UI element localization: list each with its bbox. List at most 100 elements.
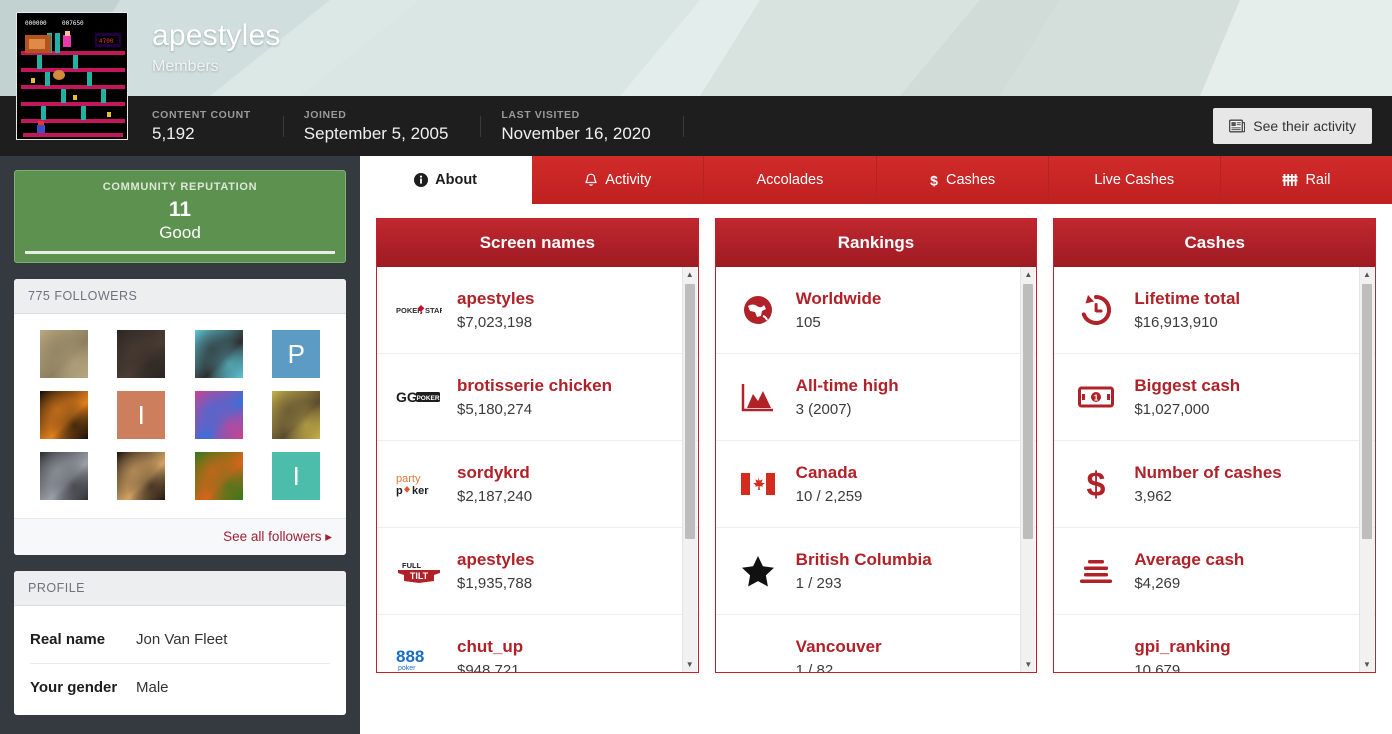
panel-row[interactable]: Vancouver 1 / 82 xyxy=(716,615,1037,673)
panel-row-title[interactable]: brotisserie chicken xyxy=(457,374,612,397)
panel-row-value: 1 / 293 xyxy=(795,574,842,592)
svg-text:$: $ xyxy=(930,173,938,188)
panel-row[interactable]: gpi_ranking 10,679 xyxy=(1054,615,1375,673)
tab-live-cashes[interactable]: Live Cashes xyxy=(1048,156,1221,204)
scrollbar-thumb[interactable] xyxy=(1023,284,1034,539)
tab-label: Accolades xyxy=(756,172,824,188)
tab-accolades[interactable]: Accolades xyxy=(704,156,877,204)
scroll-up-arrow-icon[interactable]: ▲ xyxy=(683,267,697,282)
panel-row[interactable]: Average cash $4,269 xyxy=(1054,528,1376,615)
avatar[interactable]: 000000 007650 4700 xyxy=(16,12,128,140)
scrollbar-thumb[interactable] xyxy=(684,284,695,539)
area-chart-icon xyxy=(734,382,782,412)
scroll-down-arrow-icon[interactable]: ▼ xyxy=(683,657,697,672)
panel-row-title[interactable]: All-time high xyxy=(796,374,899,397)
canada-flag-icon xyxy=(734,473,782,495)
panel-row-title[interactable]: sordykrd xyxy=(457,461,532,484)
svg-text:000000: 000000 xyxy=(25,20,47,27)
man-grey-shirt-avatar[interactable] xyxy=(39,452,88,500)
panel-row[interactable]: party p ker sordykrd $2,187,240 xyxy=(377,441,698,528)
svg-text:poker: poker xyxy=(398,665,416,671)
panel-row[interactable]: British Columbia 1 / 293 xyxy=(715,528,1037,615)
panel-row[interactable]: All-time high 3 (2007) xyxy=(715,354,1037,441)
tab-cashes[interactable]: $ Cashes xyxy=(876,156,1049,204)
panel-row-title[interactable]: chut_up xyxy=(457,635,523,658)
avatar-image xyxy=(117,330,166,378)
panel-row-value: $1,935,788 xyxy=(457,574,533,592)
profile-field-key: Your gender xyxy=(30,679,118,696)
panel-scrollbar[interactable]: ▲ ▼ xyxy=(1359,267,1375,672)
stat-divider xyxy=(682,115,684,137)
screen-names-panel: Screen namesPOKERSTARSapestyles$7,023,19… xyxy=(376,218,699,673)
colorful-portrait-avatar[interactable] xyxy=(194,391,243,439)
avatar-image xyxy=(194,452,243,500)
panel-row-title[interactable]: gpi_ranking xyxy=(1134,635,1230,658)
tab-activity[interactable]: Activity xyxy=(532,156,705,204)
stat-label: CONTENT COUNT xyxy=(152,108,251,121)
tab-rail[interactable]: Rail xyxy=(1220,156,1392,204)
letter-p-avatar[interactable]: P xyxy=(272,330,321,378)
profile-field-value: Male xyxy=(136,679,169,696)
reputation-word: Good xyxy=(159,223,201,242)
panel-row[interactable]: Worldwide 105 xyxy=(715,267,1037,354)
panel-row-value: $7,023,198 xyxy=(457,313,533,331)
scroll-up-arrow-icon[interactable]: ▲ xyxy=(1021,267,1035,282)
panel-row-title[interactable]: Biggest cash xyxy=(1134,374,1240,397)
panel-scrollbar[interactable]: ▲ ▼ xyxy=(681,267,697,672)
panel-row[interactable]: 1 Biggest cash $1,027,000 xyxy=(1054,354,1376,441)
reputation-bar xyxy=(25,251,335,254)
dog-photo-avatar[interactable] xyxy=(39,330,88,378)
panel-row-list: POKERSTARSapestyles$7,023,198GGPOKERbrot… xyxy=(377,267,698,672)
see-their-activity-button[interactable]: See their activity xyxy=(1213,108,1372,144)
panel-row[interactable]: Canada 10 / 2,259 xyxy=(715,441,1037,528)
panel-row[interactable]: $ Number of cashes 3,962 xyxy=(1054,441,1376,528)
profile-tabs: About Activity Accolades $ Cashes Live Cashes… xyxy=(360,156,1392,204)
letter-i-teal-avatar[interactable]: I xyxy=(272,452,321,500)
panel-row[interactable]: GG POKER brotisserie chicken $5,180,274 xyxy=(377,354,698,441)
about-panels: Screen namesPOKERSTARSapestyles$7,023,19… xyxy=(360,204,1392,734)
scroll-down-arrow-icon[interactable]: ▼ xyxy=(1360,657,1374,672)
panel-row-value: 105 xyxy=(795,313,821,331)
profile-field-value: Jon Van Fleet xyxy=(136,631,228,648)
panel-row-value: $5,180,274 xyxy=(457,400,533,418)
panel-row[interactable]: 888 poker chut_up $948,721 xyxy=(377,615,698,673)
panel-row-value: 10,679 xyxy=(1134,661,1181,673)
panel-body: Worldwide 105 All-time high 3 (2007) Canada 1… xyxy=(715,267,1037,673)
crowd-scene-avatar[interactable] xyxy=(272,391,321,439)
scrollbar-thumb[interactable] xyxy=(1362,284,1373,539)
rail-fence-icon xyxy=(1282,173,1298,187)
see-all-followers-link[interactable]: See all followers ▸ xyxy=(223,529,332,544)
scroll-down-arrow-icon[interactable]: ▼ xyxy=(1021,657,1035,672)
panel-row-title[interactable]: Vancouver xyxy=(796,635,882,658)
panel-row-title[interactable]: Number of cashes xyxy=(1134,461,1281,484)
scroll-up-arrow-icon[interactable]: ▲ xyxy=(1360,267,1374,282)
stat-value: November 16, 2020 xyxy=(501,123,651,143)
panel-row[interactable]: Lifetime total $16,913,910 xyxy=(1054,267,1376,354)
followers-title: 775 FOLLOWERS xyxy=(14,279,346,314)
tab-label: Activity xyxy=(605,172,652,188)
svg-text:party: party xyxy=(396,473,421,485)
panel-row[interactable]: POKERSTARS apestyles $7,023,198 xyxy=(377,267,698,354)
minecraft-ninja-avatar[interactable] xyxy=(194,330,243,378)
panel-row-title[interactable]: Average cash xyxy=(1134,548,1244,571)
average-bars-icon xyxy=(1072,558,1120,584)
tiger-face-avatar[interactable] xyxy=(194,452,243,500)
tab-about[interactable]: About xyxy=(360,156,533,204)
reputation-value: 11 xyxy=(168,198,192,221)
man-dark-photo-avatar[interactable] xyxy=(117,330,166,378)
silhouette-warm-avatar[interactable] xyxy=(117,452,166,500)
panel-row-title[interactable]: apestyles xyxy=(457,287,535,310)
tab-label: Rail xyxy=(1305,172,1331,188)
panel-row-title[interactable]: apestyles xyxy=(457,548,535,571)
profile-stat-bar: CONTENT COUNT 5,192 JOINED September 5, … xyxy=(0,96,1392,156)
panel-row-title[interactable]: Lifetime total xyxy=(1134,287,1240,310)
panel-row-title[interactable]: British Columbia xyxy=(796,548,932,571)
online-poker-fire-avatar[interactable] xyxy=(39,391,88,439)
panel-scrollbar[interactable]: ▲ ▼ xyxy=(1020,267,1036,672)
panel-row[interactable]: FULL TILT apestyles $1,935,788 xyxy=(377,528,698,615)
panel-row-value: $4,269 xyxy=(1134,574,1181,592)
info-icon xyxy=(414,173,429,187)
letter-i-terracotta-avatar[interactable]: I xyxy=(117,391,166,439)
panel-row-title[interactable]: Canada xyxy=(796,461,863,484)
panel-row-title[interactable]: Worldwide xyxy=(796,287,882,310)
